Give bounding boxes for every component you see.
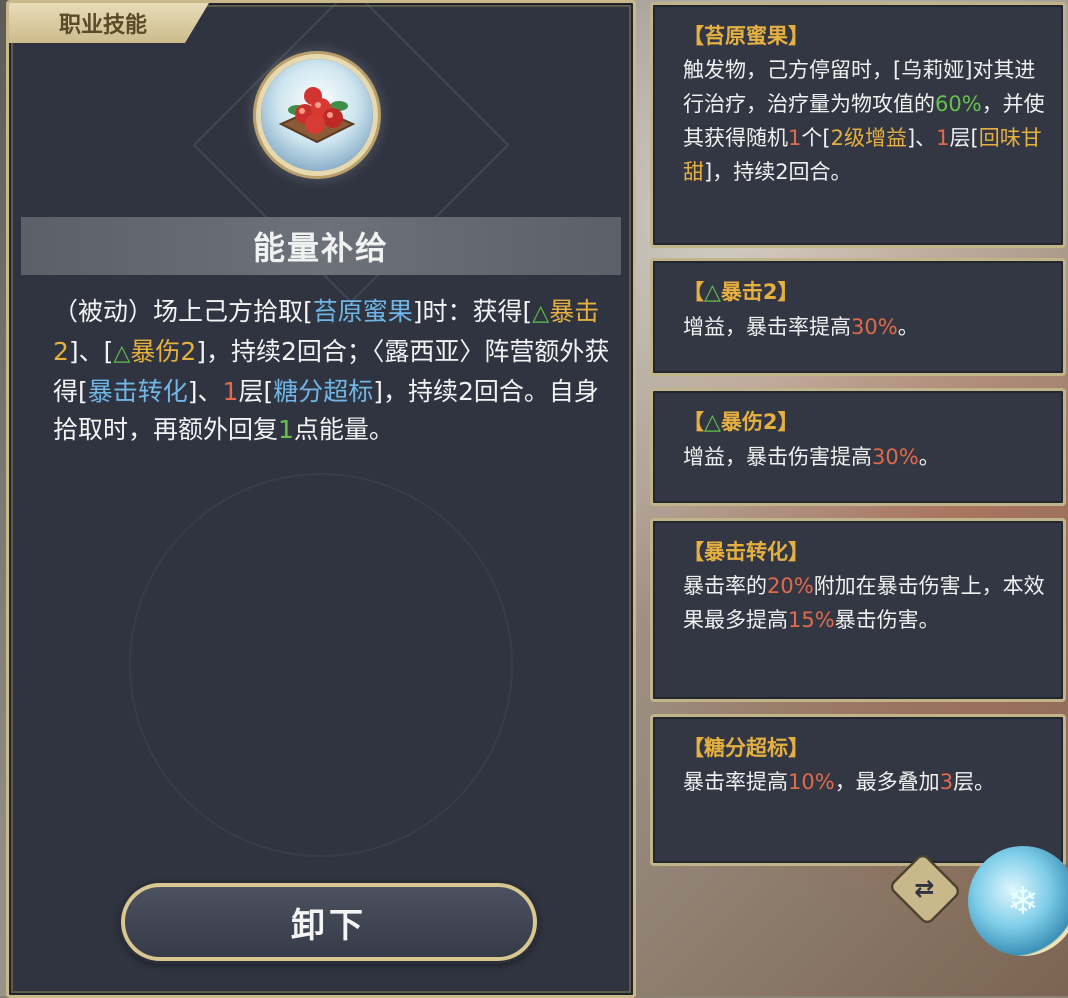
swap-arrows-icon: ⇄ xyxy=(914,874,936,903)
tooltip-body: 触发物，己方停留时，[乌莉娅]对其进行治疗，治疗量为物攻值的60%，并使其获得随… xyxy=(683,58,1045,184)
skill-panel: 职业技能 能量补给 （被动）场上己方拾取[苔原蜜果]时：获得[△暴击2]、[△暴… xyxy=(6,0,636,998)
tooltip-body: 暴击率的20%附加在暴击伤害上，本效果最多提高15%暴击伤害。 xyxy=(683,574,1045,632)
tooltip-sugar-overload: 【糖分超标】 暴击率提高10%，最多叠加3层。 xyxy=(650,714,1066,866)
tooltip-honeyberry: 【苔原蜜果】 触发物，己方停留时，[乌莉娅]对其进行治疗，治疗量为物攻值的60%… xyxy=(650,2,1066,248)
tooltip-title: 【△暴击2】 xyxy=(683,280,799,305)
triangle-buff-icon: △ xyxy=(532,301,550,326)
link-sugar-overload[interactable]: 糖分超标 xyxy=(273,377,373,406)
snowflake-weapon-icon[interactable]: ❄ xyxy=(968,846,1068,956)
tooltip-critdmg2: 【△暴伤2】 增益，暴击伤害提高30%。 xyxy=(650,388,1066,506)
link-honeyberry[interactable]: 苔原蜜果 xyxy=(313,297,413,326)
triangle-buff-icon: △ xyxy=(113,341,131,366)
link-crit-convert[interactable]: 暴击转化 xyxy=(88,377,188,406)
skill-description: （被动）场上己方拾取[苔原蜜果]时：获得[△暴击2]、[△暴伤2]，持续2回合；… xyxy=(53,297,610,444)
tooltip-body: 增益，暴击伤害提高30%。 xyxy=(683,445,940,469)
tooltip-crit-convert: 【暴击转化】 暴击率的20%附加在暴击伤害上，本效果最多提高15%暴击伤害。 xyxy=(650,518,1066,702)
tooltip-body: 暴击率提高10%，最多叠加3层。 xyxy=(683,770,996,794)
tab-class-skill[interactable]: 职业技能 xyxy=(9,3,209,43)
tooltip-title: 【糖分超标】 xyxy=(683,736,809,760)
triangle-buff-icon: △ xyxy=(704,280,721,305)
tooltip-title: 【△暴伤2】 xyxy=(683,410,799,435)
unequip-button[interactable]: 卸下 xyxy=(121,883,537,961)
triangle-buff-icon: △ xyxy=(704,410,721,435)
skill-icon-honeyberry xyxy=(261,59,373,171)
link-critdmg2[interactable]: 暴伤2 xyxy=(130,337,196,366)
tooltip-crit2: 【△暴击2】 增益，暴击率提高30%。 xyxy=(650,258,1066,376)
tooltip-title: 【暴击转化】 xyxy=(683,540,809,564)
tooltip-body: 增益，暴击率提高30%。 xyxy=(683,315,919,339)
berry-basket-icon xyxy=(278,87,356,144)
panel-ornament-circle xyxy=(129,473,513,857)
skill-name: 能量补给 xyxy=(21,217,621,275)
tooltip-title: 【苔原蜜果】 xyxy=(683,24,809,48)
